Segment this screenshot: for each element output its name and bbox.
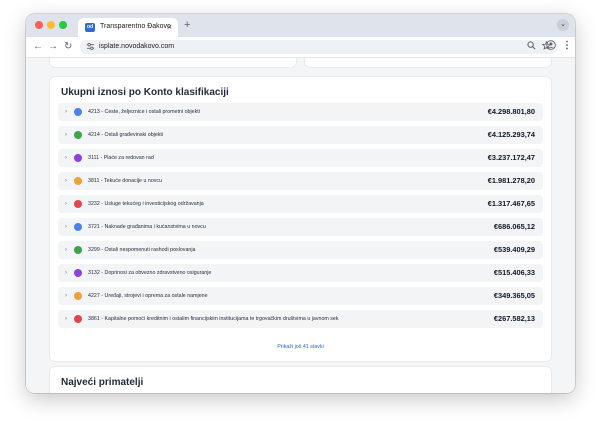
new-tab-button[interactable]: + — [184, 18, 190, 32]
tab-title: Transparentno Đakovo — [100, 23, 171, 30]
minimize-window-button[interactable] — [47, 21, 55, 29]
summary-card-left — [49, 58, 297, 68]
konto-amount: €1.317.467,65 — [487, 199, 535, 208]
summary-card-right — [304, 58, 552, 68]
tab-search-button[interactable]: ⌄ — [557, 19, 569, 31]
tab-close-icon[interactable]: × — [167, 21, 172, 33]
page-content: Ukupni iznosi po Konto klasifikaciji › 4… — [26, 58, 575, 393]
konto-amount: €349.365,05 — [493, 291, 535, 300]
chevron-right-icon[interactable]: › — [65, 177, 67, 185]
konto-row[interactable]: › 4213 - Ceste, željeznice i ostali prom… — [58, 103, 543, 121]
konto-row[interactable]: › 3232 - Usluge tekućeg i investicijskog… — [58, 195, 543, 213]
category-dot-icon — [74, 177, 82, 185]
konto-label: 3132 - Doprinosi za obvezno zdravstveno … — [88, 270, 212, 276]
chevron-right-icon[interactable]: › — [65, 223, 67, 231]
more-vert-icon[interactable] — [565, 40, 569, 54]
konto-label: 3811 - Tekuće donacije u novcu — [88, 178, 163, 184]
konto-label: 3111 - Plaće za redovan rad — [88, 155, 154, 161]
konto-amount: €539.409,29 — [493, 245, 535, 254]
konto-label: 4227 - Uređaji, strojevi i oprema za ost… — [88, 293, 208, 299]
category-dot-icon — [74, 292, 82, 300]
account-icon[interactable] — [546, 40, 556, 54]
konto-amount: €4.298.801,80 — [487, 107, 535, 116]
konto-row[interactable]: › 4214 - Ostali građevinski objekti €4.1… — [58, 126, 543, 144]
url-text[interactable]: isplate.novodakovo.com — [99, 43, 174, 50]
chevron-right-icon[interactable]: › — [65, 315, 67, 323]
forward-icon[interactable]: → — [48, 40, 58, 54]
close-window-button[interactable] — [35, 21, 43, 29]
category-dot-icon — [74, 223, 82, 231]
category-dot-icon — [74, 269, 82, 277]
konto-label: 4213 - Ceste, željeznice i ostali promet… — [88, 109, 200, 115]
chevron-right-icon[interactable]: › — [65, 246, 67, 254]
chevron-right-icon[interactable]: › — [65, 200, 67, 208]
category-dot-icon — [74, 131, 82, 139]
konto-row[interactable]: › 3299 - Ostali nespomenuti rashodi posl… — [58, 241, 543, 259]
chevron-right-icon[interactable]: › — [65, 154, 67, 162]
konto-title: Ukupni iznosi po Konto klasifikaciji — [61, 87, 229, 98]
konto-amount: €4.125.293,74 — [487, 130, 535, 139]
category-dot-icon — [74, 108, 82, 116]
category-dot-icon — [74, 246, 82, 254]
reload-icon[interactable]: ↻ — [64, 40, 72, 54]
konto-card: Ukupni iznosi po Konto klasifikaciji › 4… — [49, 76, 552, 362]
favicon-icon: od — [85, 23, 95, 32]
tab-transparentno-dakovo[interactable]: od Transparentno Đakovo × — [78, 18, 178, 37]
konto-label: 3721 - Naknade građanima i kućanstvima u… — [88, 224, 206, 230]
konto-row[interactable]: › 4227 - Uređaji, strojevi i oprema za o… — [58, 287, 543, 305]
konto-amount: €686.065,12 — [493, 222, 535, 231]
konto-row[interactable]: › 3132 - Doprinosi za obvezno zdravstven… — [58, 264, 543, 282]
konto-row[interactable]: › 3811 - Tekuće donacije u novcu €1.981.… — [58, 172, 543, 190]
konto-label: 3232 - Usluge tekućeg i investicijskog o… — [88, 201, 204, 207]
browser-window: od Transparentno Đakovo × + ⌄ ← → ↻ ispl… — [26, 14, 575, 393]
chevron-right-icon[interactable]: › — [65, 292, 67, 300]
chevron-right-icon[interactable]: › — [65, 131, 67, 139]
browser-toolbar: ← → ↻ isplate.novodakovo.com — [26, 37, 575, 58]
konto-amount: €1.981.278,20 — [487, 176, 535, 185]
primatelji-card: Najveći primatelji — [49, 366, 552, 393]
tune-icon[interactable] — [86, 42, 95, 54]
show-more-link[interactable]: Prikaži još 41 stavki — [50, 344, 551, 350]
zoom-icon[interactable] — [527, 41, 536, 54]
category-dot-icon — [74, 200, 82, 208]
konto-row[interactable]: › 3861 - Kapitalne pomoći kreditnim i os… — [58, 310, 543, 328]
konto-row[interactable]: › 3111 - Plaće za redovan rad €3.237.172… — [58, 149, 543, 167]
address-bar[interactable]: isplate.novodakovo.com — [80, 40, 558, 54]
chevron-right-icon[interactable]: › — [65, 269, 67, 277]
konto-amount: €3.237.172,47 — [487, 153, 535, 162]
konto-label: 3299 - Ostali nespomenuti rashodi poslov… — [88, 247, 196, 253]
konto-amount: €515.406,33 — [493, 268, 535, 277]
chevron-right-icon[interactable]: › — [65, 108, 67, 116]
category-dot-icon — [74, 315, 82, 323]
tab-strip: od Transparentno Đakovo × + ⌄ — [26, 14, 575, 37]
konto-label: 3861 - Kapitalne pomoći kreditnim i osta… — [88, 316, 339, 322]
back-icon[interactable]: ← — [33, 40, 43, 54]
konto-label: 4214 - Ostali građevinski objekti — [88, 132, 164, 138]
category-dot-icon — [74, 154, 82, 162]
primatelji-title: Najveći primatelji — [61, 377, 144, 388]
konto-amount: €267.582,13 — [493, 314, 535, 323]
konto-row[interactable]: › 3721 - Naknade građanima i kućanstvima… — [58, 218, 543, 236]
maximize-window-button[interactable] — [59, 21, 67, 29]
